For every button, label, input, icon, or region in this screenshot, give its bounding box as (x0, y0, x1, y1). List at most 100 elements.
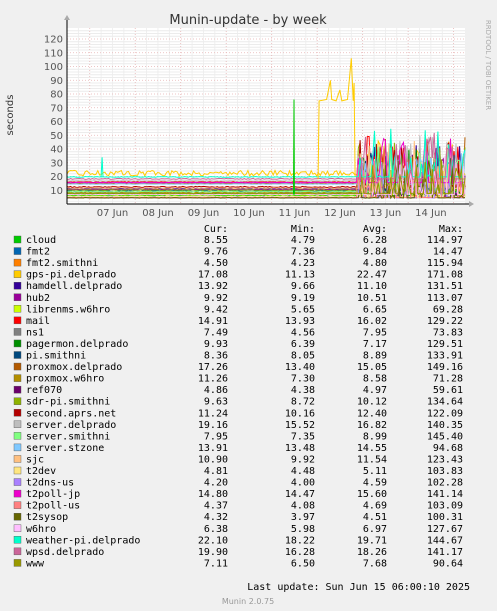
y-tick-label: 40 (50, 145, 63, 156)
legend-name: server.smithni (26, 431, 110, 442)
legend-value-cur: 4.50 (204, 258, 228, 269)
legend-value-min: 14.47 (285, 489, 315, 500)
chart-title: Munin-update - by week (169, 13, 327, 28)
legend-name: weather-pi.delprado (26, 535, 140, 546)
legend-value-avg: 9.84 (363, 247, 387, 258)
legend-value-avg: 8.99 (363, 431, 387, 442)
legend-value-cur: 17.08 (198, 270, 228, 281)
legend-value-avg: 15.60 (357, 489, 387, 500)
x-tick-label: 11 Jun (279, 208, 311, 219)
y-tick-label: 50 (50, 131, 63, 142)
legend-value-max: 140.35 (427, 420, 463, 431)
legend-name: server.stzone (26, 443, 104, 454)
y-tick-label: 110 (44, 48, 63, 59)
legend-name: gps-pi.delprado (26, 270, 116, 281)
legend-value-cur: 7.95 (204, 431, 228, 442)
legend-value-min: 9.19 (291, 293, 315, 304)
legend-name: proxmox.w6hro (26, 374, 104, 385)
legend-value-min: 4.56 (291, 327, 315, 338)
legend-value-cur: 22.10 (198, 535, 228, 546)
legend-value-min: 13.40 (285, 362, 315, 373)
legend-swatch (13, 524, 22, 532)
legend-value-max: 113.07 (427, 293, 463, 304)
legend-value-avg: 6.65 (363, 304, 387, 315)
legend-value-avg: 12.40 (357, 408, 387, 419)
legend-value-cur: 9.42 (204, 304, 228, 315)
legend-swatch (13, 397, 22, 405)
legend-swatch (13, 559, 22, 567)
legend-value-cur: 19.16 (198, 420, 228, 431)
legend-name: hub2 (26, 293, 50, 304)
legend-value-min: 4.79 (291, 235, 315, 246)
legend-swatch (13, 478, 22, 486)
legend-value-max: 149.16 (427, 362, 463, 373)
legend-value-cur: 9.63 (204, 397, 228, 408)
legend-swatch (13, 432, 22, 440)
x-tick-label: 13 Jun (370, 208, 402, 219)
legend-value-max: 171.08 (427, 270, 463, 281)
legend-value-max: 102.28 (427, 478, 463, 489)
legend-header: Min: (291, 224, 315, 235)
legend-value-avg: 6.28 (363, 235, 387, 246)
legend-value-min: 8.05 (291, 351, 315, 362)
legend-value-max: 114.97 (427, 235, 463, 246)
legend-value-min: 5.65 (291, 304, 315, 315)
legend-name: ns1 (26, 327, 44, 338)
legend-swatch (13, 351, 22, 359)
legend-header: Avg: (363, 224, 387, 235)
legend-name: wpsd.delprado (26, 547, 104, 558)
legend-value-avg: 15.05 (357, 362, 387, 373)
legend-value-min: 4.00 (291, 478, 315, 489)
legend-value-min: 4.48 (291, 466, 315, 477)
x-tick-label: 08 Jun (142, 208, 174, 219)
legend-name: hamdell.delprado (26, 281, 122, 292)
legend-swatch (13, 455, 22, 463)
legend-name: fmt2 (26, 247, 50, 258)
x-tick-label: 07 Jun (97, 208, 129, 219)
legend-value-avg: 10.12 (357, 397, 387, 408)
legend-value-max: 90.64 (433, 558, 463, 569)
legend-value-cur: 9.93 (204, 339, 228, 350)
legend-value-max: 71.28 (433, 374, 463, 385)
legend-value-cur: 8.36 (204, 351, 228, 362)
legend-value-cur: 10.90 (198, 454, 228, 465)
y-tick-label: 120 (44, 35, 63, 46)
legend-name: pi.smithni (26, 351, 86, 362)
legend-value-avg: 4.59 (363, 478, 387, 489)
last-update: Last update: Sun Jun 15 06:00:10 2025 (247, 582, 470, 593)
legend-value-avg: 22.47 (357, 270, 387, 281)
legend-value-max: 129.51 (427, 339, 463, 350)
legend-value-cur: 4.81 (204, 466, 228, 477)
legend-value-min: 15.52 (285, 420, 315, 431)
legend-name: pagermon.delprado (26, 339, 128, 350)
legend-value-max: 145.40 (427, 431, 463, 442)
legend-value-avg: 16.02 (357, 316, 387, 327)
legend-value-avg: 19.71 (357, 535, 387, 546)
legend-name: w6hro (26, 524, 56, 535)
legend-swatch (13, 501, 22, 509)
legend-name: fmt2.smithni (26, 258, 98, 269)
legend-value-cur: 4.86 (204, 385, 228, 396)
legend-swatch (13, 282, 22, 290)
y-tick-label: 20 (50, 172, 63, 183)
y-tick-label: 80 (50, 90, 63, 101)
munin-graph: Munin-update - by week seconds RRDTOOL /… (0, 0, 497, 611)
legend-value-avg: 6.97 (363, 524, 387, 535)
legend-value-max: 115.94 (427, 258, 463, 269)
legend-value-avg: 18.26 (357, 547, 387, 558)
legend-value-cur: 4.20 (204, 478, 228, 489)
legend-value-cur: 17.26 (198, 362, 228, 373)
legend-swatch (13, 247, 22, 255)
legend-value-cur: 4.37 (204, 501, 228, 512)
legend-header: Max: (439, 224, 463, 235)
legend-value-max: 129.22 (427, 316, 463, 327)
legend-value-max: 59.61 (433, 385, 463, 396)
legend-value-max: 123.43 (427, 454, 463, 465)
legend-value-min: 7.35 (291, 431, 315, 442)
legend-swatch (13, 362, 22, 371)
legend-value-min: 4.23 (291, 258, 315, 269)
legend-swatch (13, 270, 22, 278)
x-tick-label: 09 Jun (188, 208, 220, 219)
legend-swatch (13, 385, 22, 394)
legend-value-cur: 13.91 (198, 443, 228, 454)
